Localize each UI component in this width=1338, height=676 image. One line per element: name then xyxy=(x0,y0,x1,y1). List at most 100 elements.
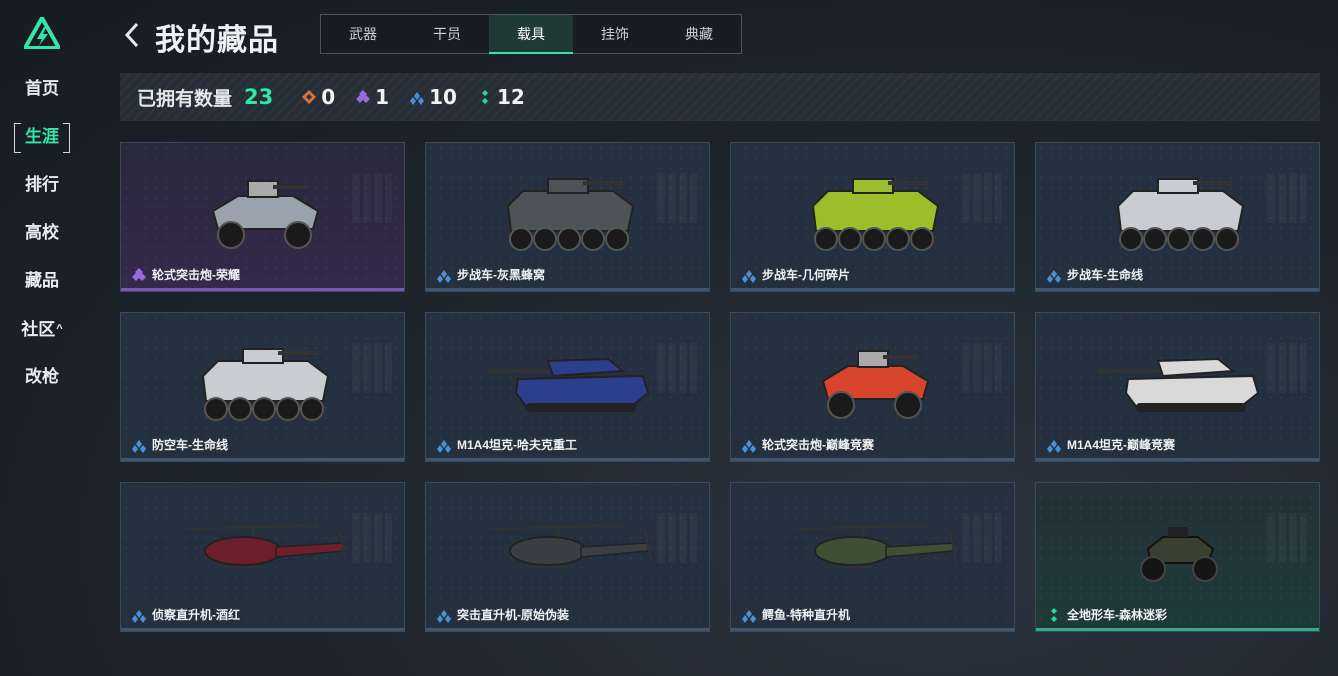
vehicle-image xyxy=(193,161,333,266)
game-logo xyxy=(24,17,60,49)
vehicle-name: 鳄鱼-特种直升机 xyxy=(762,608,850,622)
sidebar-item-community[interactable]: 社区^ xyxy=(14,315,70,343)
card-decoration xyxy=(657,343,697,393)
vehicle-card[interactable]: M1A4坦克-巅峰竞赛 xyxy=(1035,312,1320,462)
vehicle-name: M1A4坦克-哈夫克重工 xyxy=(457,438,578,452)
blue-diamond-icon xyxy=(132,609,146,623)
owned-count-label: 已拥有数量 xyxy=(137,88,233,110)
vehicle-card[interactable]: 步战车-灰黑蜂窝 xyxy=(425,142,710,292)
blue-diamond-icon xyxy=(1047,269,1061,283)
vehicle-card[interactable]: M1A4坦克-哈夫克重工 xyxy=(425,312,710,462)
rarity-count-value: 1 xyxy=(375,85,390,109)
tab-charms[interactable]: 挂饰 xyxy=(573,15,657,53)
card-decoration xyxy=(962,173,1002,223)
blue-diamond-icon xyxy=(742,269,756,283)
page-title: 我的藏品 xyxy=(155,24,279,57)
blue-diamond-icon xyxy=(437,269,451,283)
blue-diamond-icon xyxy=(742,609,756,623)
vehicle-card[interactable]: 防空车-生命线 xyxy=(120,312,405,462)
vehicle-name-row: M1A4坦克-巅峰竞赛 xyxy=(1046,436,1175,453)
vehicle-name-row: 轮式突击炮-巅峰竞赛 xyxy=(741,436,874,453)
purple-diamond-icon xyxy=(356,90,371,103)
vehicle-name-row: 步战车-灰黑蜂窝 xyxy=(436,266,545,283)
vehicle-image xyxy=(798,161,948,266)
tab-vehicles[interactable]: 载具 xyxy=(489,15,573,54)
vehicle-card[interactable]: 突击直升机-原始伪装 xyxy=(425,482,710,632)
card-decoration xyxy=(1267,343,1307,393)
card-decoration xyxy=(962,343,1002,393)
blue-diamond-icon xyxy=(742,439,756,453)
vehicle-image xyxy=(473,501,663,606)
vehicle-name-row: 防空车-生命线 xyxy=(131,436,228,453)
sidebar-item-college[interactable]: 高校 xyxy=(14,219,70,247)
tab-operators[interactable]: 干员 xyxy=(405,15,489,53)
sidebar-item-collection[interactable]: 藏品 xyxy=(14,267,70,295)
rarity-count-value: 10 xyxy=(429,85,457,109)
vehicle-name: 全地形车-森林迷彩 xyxy=(1067,608,1167,622)
tab-archive[interactable]: 典藏 xyxy=(657,15,741,53)
sidebar-item-home[interactable]: 首页 xyxy=(14,75,70,103)
vehicle-card[interactable]: 步战车-生命线 xyxy=(1035,142,1320,292)
vehicle-name-row: 侦察直升机-酒红 xyxy=(131,606,240,623)
vehicle-card[interactable]: 步战车-几何碎片 xyxy=(730,142,1015,292)
purple-diamond-icon xyxy=(132,267,146,281)
rarity-count-blue: 10 xyxy=(409,85,457,109)
vehicle-image xyxy=(478,331,658,436)
card-decoration xyxy=(352,343,392,393)
vehicle-image xyxy=(1123,501,1233,606)
vehicle-name-row: M1A4坦克-哈夫克重工 xyxy=(436,436,577,453)
vehicle-image xyxy=(778,501,968,606)
green-diamond-icon xyxy=(481,90,488,104)
vehicle-card[interactable]: 全地形车-森林迷彩 xyxy=(1035,482,1320,632)
vehicle-image xyxy=(1088,331,1268,436)
sidebar-item-label: 社区 xyxy=(21,320,56,339)
vehicle-card[interactable]: 侦察直升机-酒红 xyxy=(120,482,405,632)
green-diamond-icon xyxy=(1051,607,1057,622)
sidebar-item-gunsmith[interactable]: 改枪 xyxy=(14,363,70,391)
vehicle-name: 突击直升机-原始伪装 xyxy=(457,608,569,622)
vehicle-image xyxy=(1103,161,1253,266)
card-decoration xyxy=(1267,173,1307,223)
sidebar-item-ranking[interactable]: 排行 xyxy=(14,171,70,199)
vehicle-image xyxy=(188,331,338,436)
ownership-stats-bar: 已拥有数量 23 0 1 10 12 xyxy=(120,73,1320,121)
vehicle-name-row: 突击直升机-原始伪装 xyxy=(436,606,569,623)
card-decoration xyxy=(352,513,392,563)
vehicle-image xyxy=(803,331,943,436)
card-decoration xyxy=(352,173,392,223)
blue-diamond-icon xyxy=(410,92,425,105)
vehicle-name: 轮式突击炮-荣耀 xyxy=(152,268,240,282)
orange-diamond-icon xyxy=(302,90,317,104)
vehicle-name: 步战车-灰黑蜂窝 xyxy=(457,268,545,282)
rarity-count-green: 12 xyxy=(477,85,525,109)
vehicle-name: 防空车-生命线 xyxy=(152,438,228,452)
vehicle-name: 轮式突击炮-巅峰竞赛 xyxy=(762,438,874,452)
category-tabs: 武器 干员 载具 挂饰 典藏 xyxy=(320,14,742,54)
vehicle-image xyxy=(493,161,643,266)
vehicle-name: 侦察直升机-酒红 xyxy=(152,608,240,622)
card-decoration xyxy=(657,173,697,223)
owned-count-total: 23 xyxy=(244,85,274,109)
vehicle-name-row: 步战车-几何碎片 xyxy=(741,266,850,283)
vehicle-image xyxy=(168,501,358,606)
rarity-count-orange: 0 xyxy=(301,85,335,109)
vehicle-name-row: 鳄鱼-特种直升机 xyxy=(741,606,850,623)
sidebar-item-career[interactable]: 生涯 xyxy=(14,123,70,153)
blue-diamond-icon xyxy=(132,439,146,453)
tab-weapons[interactable]: 武器 xyxy=(321,15,405,53)
blue-diamond-icon xyxy=(437,609,451,623)
vehicle-name-row: 步战车-生命线 xyxy=(1046,266,1143,283)
card-decoration xyxy=(657,513,697,563)
vehicle-name-row: 轮式突击炮-荣耀 xyxy=(131,266,240,283)
vehicle-card[interactable]: 轮式突击炮-荣耀 xyxy=(120,142,405,292)
vehicle-name: 步战车-生命线 xyxy=(1067,268,1143,282)
rarity-count-value: 0 xyxy=(321,85,336,109)
back-arrow-icon[interactable] xyxy=(121,20,143,50)
vehicle-name: M1A4坦克-巅峰竞赛 xyxy=(1067,438,1176,452)
vehicle-card[interactable]: 轮式突击炮-巅峰竞赛 xyxy=(730,312,1015,462)
sidebar: 首页 生涯 排行 高校 藏品 社区^ 改枪 xyxy=(0,0,84,676)
blue-diamond-icon xyxy=(1047,439,1061,453)
chevron-up-icon: ^ xyxy=(56,323,63,335)
card-decoration xyxy=(962,513,1002,563)
vehicle-card[interactable]: 鳄鱼-特种直升机 xyxy=(730,482,1015,632)
